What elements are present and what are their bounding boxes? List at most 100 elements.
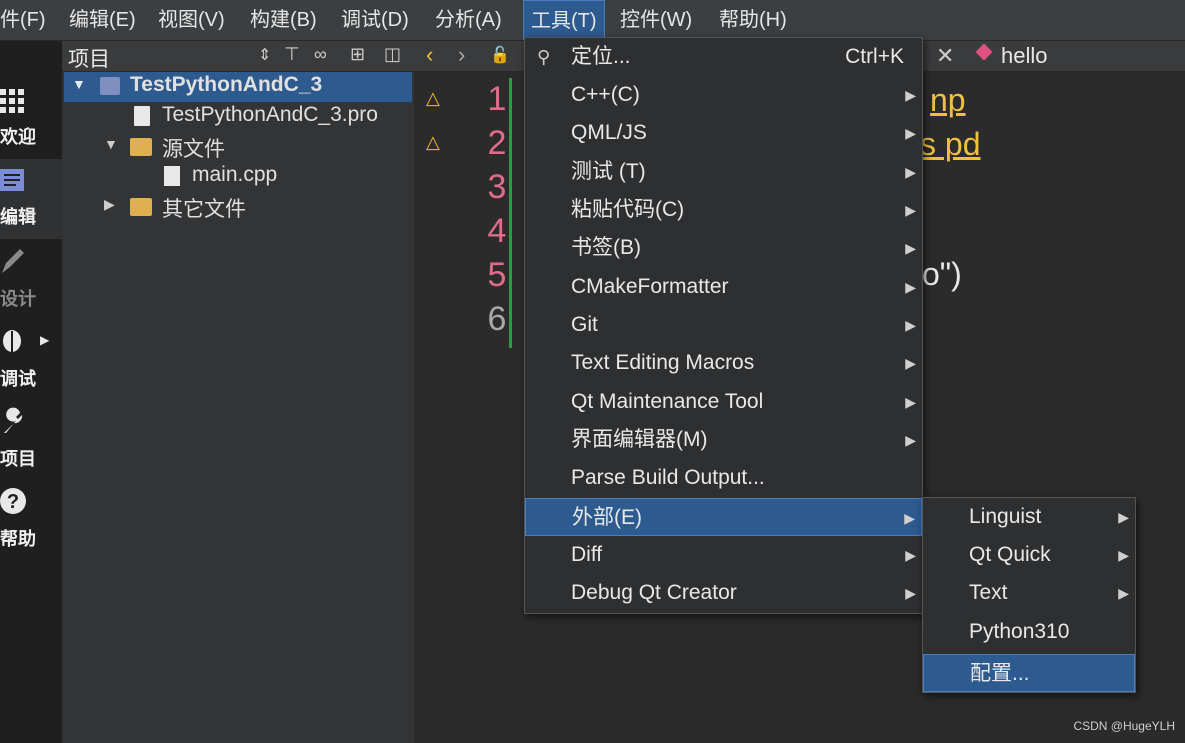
- menu-item-form-editor[interactable]: 界面编辑器(M) ▶: [525, 421, 922, 459]
- mode-sidebar: 欢迎 编辑 设计 ▶ 调试 项目 ? 帮助: [0, 41, 62, 743]
- menu-file[interactable]: 件(F): [0, 0, 46, 40]
- other-folder-icon: [130, 198, 152, 216]
- tree-row-project[interactable]: ▼ TestPythonAndC_3: [64, 72, 412, 102]
- tree-row-sources[interactable]: ▼ 源文件: [64, 132, 412, 162]
- tools-menu: ⚲ 定位... Ctrl+K C++(C) ▶ QML/JS ▶ 测试 (T) ▶ 粘贴…: [524, 37, 923, 614]
- pencil-icon: [2, 249, 24, 273]
- back-icon[interactable]: ‹: [426, 42, 433, 68]
- submenu-item-text[interactable]: Text ▶: [923, 574, 1135, 612]
- mode-design[interactable]: 设计: [0, 241, 62, 321]
- submenu-item-linguist[interactable]: Linguist ▶: [923, 498, 1135, 536]
- forward-icon[interactable]: ›: [458, 42, 465, 68]
- expand-arrow-icon[interactable]: ▶: [40, 333, 49, 347]
- tree-row-pro-file[interactable]: TestPythonAndC_3.pro: [64, 102, 412, 132]
- menu-item-bookmarks[interactable]: 书签(B) ▶: [525, 229, 922, 267]
- submenu-item-configure[interactable]: 配置...: [923, 654, 1135, 692]
- menu-controls[interactable]: 控件(W): [620, 0, 692, 40]
- mode-edit[interactable]: 编辑: [0, 159, 62, 239]
- file-icon: [164, 166, 180, 186]
- submenu-arrow-icon: ▶: [905, 240, 916, 256]
- search-icon: ⚲: [537, 47, 551, 67]
- line-number: 3: [487, 168, 507, 206]
- submenu-arrow-icon: ▶: [905, 355, 916, 371]
- menu-view[interactable]: 视图(V): [158, 0, 225, 40]
- menu-item-locate[interactable]: ⚲ 定位... Ctrl+K: [525, 38, 922, 76]
- tree-label-sources: 源文件: [162, 138, 225, 161]
- line-number: 4: [487, 212, 507, 250]
- submenu-item-qt-quick[interactable]: Qt Quick ▶: [923, 536, 1135, 574]
- mode-projects[interactable]: 项目: [0, 401, 62, 481]
- menu-item-test[interactable]: 测试 (T) ▶: [525, 153, 922, 191]
- tree-row-other-files[interactable]: ▶ 其它文件: [64, 192, 412, 222]
- collapse-arrow-icon[interactable]: ▼: [72, 76, 86, 92]
- mode-edit-label: 编辑: [0, 207, 36, 227]
- project-panel-title: 项目: [68, 48, 110, 71]
- menu-item-cmakeformatter[interactable]: CMakeFormatter ▶: [525, 268, 922, 306]
- menu-item-cpp[interactable]: C++(C) ▶: [525, 76, 922, 114]
- submenu-arrow-icon: ▶: [905, 394, 916, 410]
- project-panel-header: 项目 ⇕ ⊤ ∞ ⊞ ◫: [62, 41, 414, 72]
- menu-item-git[interactable]: Git ▶: [525, 306, 922, 344]
- menu-debug[interactable]: 调试(D): [341, 0, 409, 40]
- submenu-arrow-icon: ▶: [905, 317, 916, 333]
- menu-item-qt-maintenance-tool[interactable]: Qt Maintenance Tool ▶: [525, 383, 922, 421]
- menu-bar: 件(F) 编辑(E) 视图(V) 构建(B) 调试(D) 分析(A) 工具(T)…: [0, 0, 1185, 41]
- mode-welcome-label: 欢迎: [0, 127, 36, 147]
- menu-item-diff[interactable]: Diff ▶: [525, 536, 922, 574]
- mode-debug[interactable]: ▶ 调试: [0, 321, 62, 401]
- menu-item-external[interactable]: 外部(E) ▶: [525, 498, 922, 536]
- close-pane-icon[interactable]: ◫: [384, 44, 401, 65]
- submenu-arrow-icon: ▶: [905, 432, 916, 448]
- mode-design-label: 设计: [0, 289, 36, 309]
- tree-label-main-cpp: main.cpp: [192, 163, 278, 186]
- code-fragment: s pd: [920, 126, 981, 162]
- mode-projects-label: 项目: [0, 449, 36, 469]
- mode-debug-label: 调试: [0, 369, 36, 389]
- submenu-arrow-icon: ▶: [905, 164, 916, 180]
- filter-icon[interactable]: ⊤: [284, 44, 300, 65]
- lock-icon[interactable]: 🔓: [490, 45, 510, 65]
- editor-tab-title[interactable]: hello: [1001, 43, 1047, 69]
- edit-doc-icon: [0, 169, 24, 191]
- menu-item-text-editing-macros[interactable]: Text Editing Macros ▶: [525, 344, 922, 382]
- line-number: 2: [487, 124, 507, 162]
- mode-welcome[interactable]: 欢迎: [0, 83, 62, 163]
- qt-file-icon: [134, 106, 150, 126]
- menu-item-parse-build-output[interactable]: Parse Build Output...: [525, 459, 922, 497]
- submenu-arrow-icon: ▶: [1118, 547, 1129, 563]
- submenu-arrow-icon: ▶: [905, 547, 916, 563]
- tree-label-pro-file: TestPythonAndC_3.pro: [162, 103, 378, 126]
- line-number: 5: [487, 256, 507, 294]
- submenu-arrow-icon: ▶: [1118, 585, 1129, 601]
- menu-item-qmljs[interactable]: QML/JS ▶: [525, 114, 922, 152]
- project-folder-icon: [100, 77, 120, 95]
- close-tab-icon[interactable]: ✕: [936, 43, 954, 69]
- source-folder-icon: [130, 138, 152, 156]
- submenu-arrow-icon: ▶: [905, 125, 916, 141]
- warning-icon: △: [426, 88, 440, 108]
- menu-build[interactable]: 构建(B): [250, 0, 317, 40]
- expand-arrow-icon[interactable]: ▶: [104, 196, 115, 213]
- menu-item-debug-qt-creator[interactable]: Debug Qt Creator ▶: [525, 574, 922, 612]
- submenu-arrow-icon: ▶: [905, 279, 916, 295]
- menu-tools[interactable]: 工具(T): [523, 0, 605, 40]
- menu-edit[interactable]: 编辑(E): [69, 0, 136, 40]
- menu-item-paste-code[interactable]: 粘贴代码(C) ▶: [525, 191, 922, 229]
- symbol-icon: [975, 43, 993, 61]
- sort-icon[interactable]: ⇕: [258, 45, 271, 65]
- grid-icon: [0, 89, 24, 113]
- menu-analyze[interactable]: 分析(A): [435, 0, 502, 40]
- collapse-arrow-icon[interactable]: ▼: [104, 136, 118, 152]
- menu-help[interactable]: 帮助(H): [719, 0, 787, 40]
- warning-icon: △: [426, 132, 440, 152]
- tree-row-main-cpp[interactable]: main.cpp: [64, 162, 412, 192]
- svg-text:?: ?: [7, 491, 19, 513]
- link-icon[interactable]: ∞: [314, 44, 327, 65]
- split-icon[interactable]: ⊞: [350, 44, 365, 65]
- submenu-arrow-icon: ▶: [904, 510, 915, 526]
- line-number: 6: [487, 300, 507, 338]
- submenu-item-python310[interactable]: Python310: [923, 613, 1135, 651]
- submenu-arrow-icon: ▶: [905, 585, 916, 601]
- mode-help[interactable]: ? 帮助: [0, 481, 62, 561]
- submenu-arrow-icon: ▶: [905, 202, 916, 218]
